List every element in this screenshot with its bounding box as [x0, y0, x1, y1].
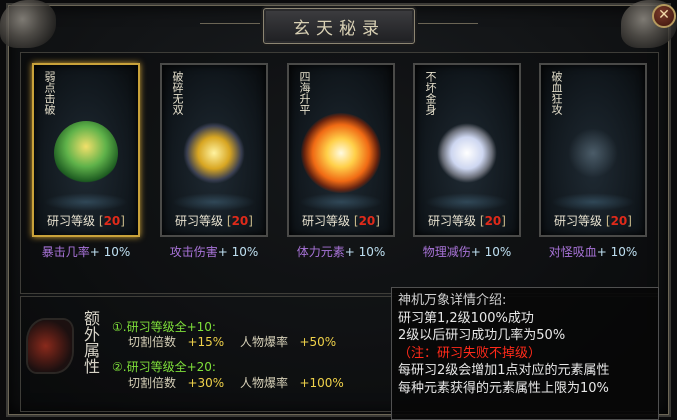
extra-attributes-title: 额外属性	[81, 310, 100, 374]
tooltip-line: 每研习2级会增加1点对应的元素属性	[398, 363, 610, 378]
level-value: 20	[358, 214, 376, 228]
tier-2-cut: 切割倍数 +30%	[128, 376, 225, 390]
stat-name: 物理减伤	[422, 245, 471, 259]
flag-helmet-icon	[28, 320, 72, 372]
stat-value: + 10%	[89, 245, 131, 259]
stat-row: 物理减伤+ 10%	[413, 243, 521, 260]
skill-card-art: 弱点击破 研习等级 [20]	[32, 63, 140, 237]
level-value: 20	[103, 214, 121, 228]
skill-card-1[interactable]: 弱点击破 研习等级 [20] 暴击几率+ 10%	[32, 63, 140, 260]
stat-name: 暴击几率	[41, 245, 90, 259]
mist-icon	[568, 128, 618, 179]
stat-value: + 10%	[217, 245, 259, 259]
tooltip-warning: （注：研习失败不掉级）	[398, 345, 542, 361]
tooltip-line: 研习第1,2级100%成功	[398, 310, 534, 326]
level-label: 研习等级	[175, 214, 224, 228]
level-label: 研习等级	[302, 214, 351, 228]
skill-name: 破碎无双	[171, 71, 184, 115]
mist-effect	[172, 193, 256, 211]
dragon-ornament-icon	[0, 0, 56, 48]
level-label: 研习等级	[554, 214, 603, 228]
stat-row: 暴击几率+ 10%	[32, 243, 140, 260]
stat-row: 攻击伤害+ 10%	[160, 243, 268, 260]
skill-card-5[interactable]: 破血狂攻 研习等级 [20] 对怪吸血+ 10%	[539, 63, 647, 260]
skill-name: 弱点击破	[43, 71, 56, 115]
stat-value: + 10%	[344, 245, 386, 259]
stat-name: 体力元素	[296, 245, 345, 259]
level-row: 研习等级 [20]	[175, 214, 253, 228]
tooltip-line: 每种元素获得的元素属性上限为10%	[398, 380, 609, 396]
level-row: 研习等级 [20]	[302, 214, 380, 228]
stat-name: 对怪吸血	[548, 245, 597, 259]
green-gold-vase-icon	[54, 121, 118, 186]
info-tooltip: 神机万象详情介绍: 研习第1,2级100%成功 2级以后研习成功几率为50% （…	[391, 287, 659, 420]
window-title: 玄天秘录	[200, 8, 478, 44]
level-value: 20	[610, 214, 628, 228]
skill-card-art: 四海升平 研习等级 [20]	[287, 63, 395, 237]
tier-2-drop: 人物爆率 +100%	[240, 376, 344, 390]
skill-name: 破血狂攻	[550, 71, 563, 115]
golden-shards-icon	[182, 121, 246, 186]
skill-card-2[interactable]: 破碎无双 研习等级 [20] 攻击伤害+ 10%	[160, 63, 268, 260]
tier-2-heading: ②.研习等级全+20:	[112, 360, 216, 374]
skill-name: 不坏金身	[424, 71, 437, 115]
stat-value: + 10%	[596, 245, 638, 259]
skill-card-3[interactable]: 四海升平 研习等级 [20] 体力元素+ 10%	[287, 63, 395, 260]
level-row: 研习等级 [20]	[554, 214, 632, 228]
tier-1-cut: 切割倍数 +15%	[128, 335, 225, 349]
skill-card-art: 破血狂攻 研习等级 [20]	[539, 63, 647, 237]
level-label: 研习等级	[47, 214, 96, 228]
mist-effect	[551, 193, 635, 211]
level-row: 研习等级 [20]	[428, 214, 506, 228]
mist-effect	[299, 193, 383, 211]
close-button[interactable]: ✕	[652, 4, 676, 28]
silver-orb-icon	[435, 121, 499, 186]
level-value: 20	[231, 214, 249, 228]
stat-row: 对怪吸血+ 10%	[539, 243, 647, 260]
tooltip-line: 2级以后研习成功几率为50%	[398, 328, 566, 343]
level-row: 研习等级 [20]	[47, 214, 125, 228]
mist-effect	[44, 193, 128, 211]
fire-orb-icon	[301, 113, 381, 194]
tier-1-drop: 人物爆率 +50%	[240, 335, 337, 349]
stat-row: 体力元素+ 10%	[287, 243, 395, 260]
skill-card-art: 不坏金身 研习等级 [20]	[413, 63, 521, 237]
level-value: 20	[484, 214, 502, 228]
skill-card-art: 破碎无双 研习等级 [20]	[160, 63, 268, 237]
level-label: 研习等级	[428, 214, 477, 228]
skill-name: 四海升平	[298, 71, 311, 115]
tooltip-title: 神机万象详情介绍:	[398, 293, 507, 308]
mist-effect	[425, 193, 509, 211]
skill-card-4[interactable]: 不坏金身 研习等级 [20] 物理减伤+ 10%	[413, 63, 521, 260]
stat-value: + 10%	[470, 245, 512, 259]
stat-name: 攻击伤害	[169, 245, 218, 259]
